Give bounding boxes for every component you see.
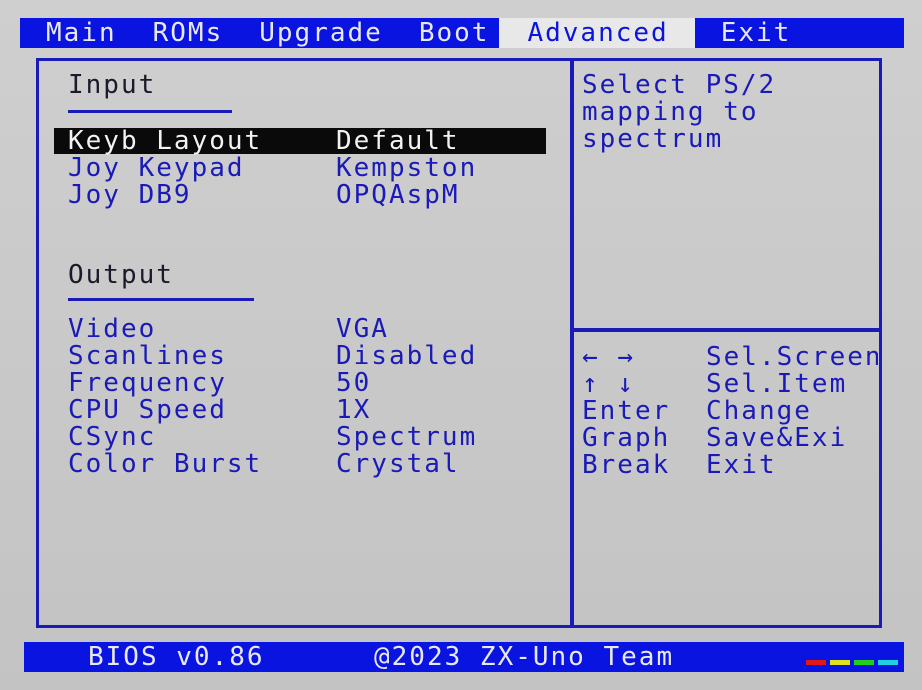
- option-row-csync[interactable]: CSync Spectrum: [54, 424, 546, 450]
- option-value: VGA: [336, 314, 389, 344]
- menu-tab-boot[interactable]: Boot: [393, 18, 500, 48]
- option-value: OPQAspM: [336, 180, 460, 210]
- key-action: Sel.Item: [706, 371, 848, 398]
- option-label: Joy DB9: [68, 180, 192, 210]
- option-value: Kempston: [336, 153, 478, 183]
- help-text: Select PS/2 mapping to spectrum: [582, 70, 777, 154]
- key-action: Sel.Screen: [706, 344, 878, 371]
- option-label: Scanlines: [68, 341, 227, 371]
- option-value: Spectrum: [336, 422, 478, 452]
- option-value: Disabled: [336, 341, 478, 371]
- option-row-joy-db9[interactable]: Joy DB9 OPQAspM: [54, 182, 546, 208]
- cyan-stripe: [878, 660, 898, 665]
- option-row-scanlines[interactable]: Scanlines Disabled: [54, 343, 546, 369]
- input-section-underline: [68, 110, 232, 113]
- key-name: Graph: [582, 425, 671, 452]
- key-action: Save&Exi: [706, 425, 848, 452]
- option-row-video[interactable]: Video VGA: [54, 316, 546, 342]
- bios-screen: Main ROMs Upgrade Boot Advanced Exit Inp…: [0, 0, 922, 690]
- menu-tab-upgrade[interactable]: Upgrade: [233, 18, 393, 48]
- option-row-color-burst[interactable]: Color Burst Crystal: [54, 451, 546, 477]
- option-value: Crystal: [336, 449, 460, 479]
- option-row-joy-keypad[interactable]: Joy Keypad Kempston: [54, 155, 546, 181]
- option-label: Joy Keypad: [68, 153, 245, 183]
- menu-bar: Main ROMs Upgrade Boot Advanced Exit: [20, 18, 904, 48]
- key-legend-line: ← → Sel.Screen: [582, 344, 878, 371]
- key-legend-line: Break Exit: [582, 452, 878, 479]
- green-stripe: [854, 660, 874, 665]
- option-row-frequency[interactable]: Frequency 50: [54, 370, 546, 396]
- output-section-title: Output: [68, 260, 174, 290]
- status-bar: BIOS v0.86 @2023 ZX-Uno Team: [24, 642, 904, 672]
- option-label: CSync: [68, 422, 157, 452]
- key-legend-line: Enter Change: [582, 398, 878, 425]
- red-stripe: [806, 660, 826, 665]
- menu-tab-main[interactable]: Main: [20, 18, 127, 48]
- key-name: Break: [582, 452, 671, 479]
- option-label: Keyb Layout: [68, 126, 263, 156]
- key-legend-line: Graph Save&Exi: [582, 425, 878, 452]
- key-legend: ← → Sel.Screen ↑ ↓ Sel.Item Enter Change Gr…: [582, 344, 878, 479]
- menu-tab-roms[interactable]: ROMs: [127, 18, 234, 48]
- key-action: Exit: [706, 452, 777, 479]
- arrow-left-right-icon: ← →: [582, 344, 635, 371]
- copyright-text: @2023 ZX-Uno Team: [374, 642, 675, 672]
- option-label: Video: [68, 314, 157, 344]
- arrow-up-down-icon: ↑ ↓: [582, 371, 635, 398]
- option-label: Frequency: [68, 368, 227, 398]
- spectrum-stripes-logo: [806, 660, 898, 665]
- option-label: Color Burst: [68, 449, 263, 479]
- menu-tab-exit[interactable]: Exit: [695, 18, 802, 48]
- input-section-title: Input: [68, 70, 157, 100]
- option-row-cpu-speed[interactable]: CPU Speed 1X: [54, 397, 546, 423]
- option-value: 1X: [336, 395, 372, 425]
- key-legend-line: ↑ ↓ Sel.Item: [582, 371, 878, 398]
- option-value: 50: [336, 368, 372, 398]
- key-name: Enter: [582, 398, 671, 425]
- option-value: Default: [336, 126, 460, 156]
- menu-tab-advanced[interactable]: Advanced: [499, 18, 695, 48]
- bios-version: BIOS v0.86: [88, 642, 265, 672]
- output-section-underline: [68, 298, 254, 301]
- option-row-keyb-layout[interactable]: Keyb Layout Default: [54, 128, 546, 154]
- yellow-stripe: [830, 660, 850, 665]
- option-label: CPU Speed: [68, 395, 227, 425]
- key-action: Change: [706, 398, 812, 425]
